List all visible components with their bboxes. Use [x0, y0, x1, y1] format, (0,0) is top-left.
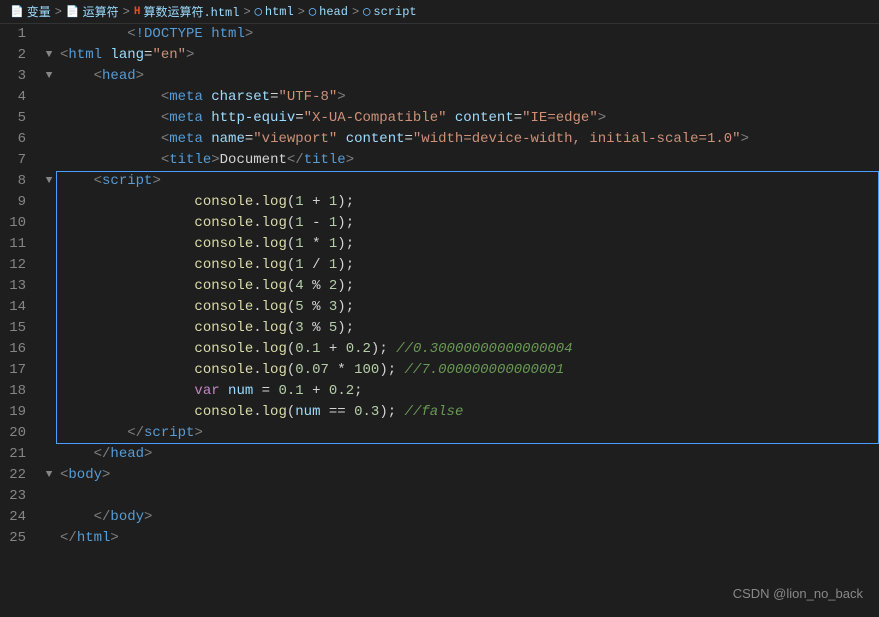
line-number: 22 [0, 465, 42, 486]
breadcrumb-item-html-tag[interactable]: ◯ html [255, 4, 294, 19]
line-number: 15 [0, 318, 42, 339]
code-line: 18 var num = 0.1 + 0.2; [0, 381, 879, 402]
code-line: 24 </body> [0, 507, 879, 528]
collapse-arrow-down[interactable]: ▼ [42, 66, 56, 87]
line-content: console.log(1 / 1); [56, 255, 879, 276]
line-content: console.log(1 + 1); [56, 192, 879, 213]
line-content: console.log(0.07 * 100); //7.00000000000… [56, 360, 879, 381]
breadcrumb: 📄 变量 > 📄 运算符 > H 算数运算符.html > ◯ html > ◯… [0, 0, 879, 24]
line-number: 20 [0, 423, 42, 444]
breadcrumb-sep-5: > [352, 5, 359, 19]
code-line: 4 <meta charset="UTF-8"> [0, 87, 879, 108]
line-content: </body> [56, 507, 879, 528]
line-content: </head> [56, 444, 879, 465]
line-content: console.log(3 % 5); [56, 318, 879, 339]
variable-icon-2: 📄 [66, 5, 80, 19]
code-line: 25 </html> [0, 528, 879, 549]
breadcrumb-item-script-tag[interactable]: ◯ script [363, 4, 416, 19]
code-line: 16 console.log(0.1 + 0.2); //0.300000000… [0, 339, 879, 360]
line-content: console.log(1 * 1); [56, 234, 879, 255]
line-content: </html> [56, 528, 879, 549]
line-content: console.log(4 % 2); [56, 276, 879, 297]
line-number: 6 [0, 129, 42, 150]
line-content: console.log(5 % 3); [56, 297, 879, 318]
line-content: var num = 0.1 + 0.2; [56, 381, 879, 402]
line-content: <title>Document</title> [56, 150, 879, 171]
breadcrumb-sep-1: > [55, 5, 62, 19]
code-line: 20 </script> [0, 423, 879, 444]
line-content: <head> [56, 66, 879, 87]
line-content: console.log(1 - 1); [56, 213, 879, 234]
code-line: 3▼ <head> [0, 66, 879, 87]
code-line: 9 console.log(1 + 1); [0, 192, 879, 213]
line-number: 14 [0, 297, 42, 318]
code-line: 22▼<body> [0, 465, 879, 486]
code-line: 15 console.log(3 % 5); [0, 318, 879, 339]
code-line: 6 <meta name="viewport" content="width=d… [0, 129, 879, 150]
collapse-arrow-down[interactable]: ▼ [42, 45, 56, 66]
variable-icon: 📄 [10, 5, 24, 19]
line-number: 16 [0, 339, 42, 360]
collapse-arrow-down[interactable]: ▼ [42, 171, 56, 192]
code-line: 1 <!DOCTYPE html> [0, 24, 879, 45]
line-content: <meta http-equiv="X-UA-Compatible" conte… [56, 108, 879, 129]
code-line: 21 </head> [0, 444, 879, 465]
line-content: <body> [56, 465, 879, 486]
line-content: <html lang="en"> [56, 45, 879, 66]
line-content: </script> [56, 423, 879, 444]
html-icon: H [134, 6, 141, 18]
line-content: <script> [56, 171, 879, 192]
code-line: 8▼ <script> [0, 171, 879, 192]
circle-icon-1: ◯ [255, 4, 262, 19]
code-line: 2▼<html lang="en"> [0, 45, 879, 66]
code-line: 17 console.log(0.07 * 100); //7.00000000… [0, 360, 879, 381]
line-number: 5 [0, 108, 42, 129]
breadcrumb-sep-2: > [123, 5, 130, 19]
line-number: 7 [0, 150, 42, 171]
line-number: 8 [0, 171, 42, 192]
line-content [56, 486, 879, 507]
breadcrumb-sep-3: > [243, 5, 250, 19]
line-number: 2 [0, 45, 42, 66]
line-content: <!DOCTYPE html> [56, 24, 879, 45]
breadcrumb-item-head-tag[interactable]: ◯ head [309, 4, 348, 19]
line-number: 10 [0, 213, 42, 234]
code-line: 7 <title>Document</title> [0, 150, 879, 171]
line-number: 12 [0, 255, 42, 276]
circle-icon-2: ◯ [309, 4, 316, 19]
line-number: 24 [0, 507, 42, 528]
breadcrumb-item-variable[interactable]: 📄 变量 [10, 3, 51, 20]
line-number: 13 [0, 276, 42, 297]
line-content: <meta name="viewport" content="width=dev… [56, 129, 879, 150]
line-number: 17 [0, 360, 42, 381]
line-number: 11 [0, 234, 42, 255]
watermark: CSDN @lion_no_back [733, 586, 863, 601]
code-line: 19 console.log(num == 0.3); //false [0, 402, 879, 423]
line-number: 1 [0, 24, 42, 45]
code-line: 10 console.log(1 - 1); [0, 213, 879, 234]
code-line: 23 [0, 486, 879, 507]
line-number: 25 [0, 528, 42, 549]
code-line: 12 console.log(1 / 1); [0, 255, 879, 276]
code-line: 5 <meta http-equiv="X-UA-Compatible" con… [0, 108, 879, 129]
collapse-arrow-down[interactable]: ▼ [42, 465, 56, 486]
line-content: console.log(0.1 + 0.2); //0.300000000000… [56, 339, 879, 360]
line-number: 18 [0, 381, 42, 402]
line-number: 23 [0, 486, 42, 507]
line-number: 3 [0, 66, 42, 87]
line-number: 19 [0, 402, 42, 423]
line-content: console.log(num == 0.3); //false [56, 402, 879, 423]
breadcrumb-item-operator[interactable]: 📄 运算符 [66, 3, 119, 20]
code-line: 14 console.log(5 % 3); [0, 297, 879, 318]
line-content: <meta charset="UTF-8"> [56, 87, 879, 108]
circle-icon-3: ◯ [363, 4, 370, 19]
code-line: 11 console.log(1 * 1); [0, 234, 879, 255]
line-number: 9 [0, 192, 42, 213]
line-number: 4 [0, 87, 42, 108]
breadcrumb-sep-4: > [298, 5, 305, 19]
code-line: 13 console.log(4 % 2); [0, 276, 879, 297]
editor-area: 1 <!DOCTYPE html>2▼<html lang="en">3▼ <h… [0, 24, 879, 617]
line-number: 21 [0, 444, 42, 465]
breadcrumb-item-html-file[interactable]: H 算数运算符.html [134, 3, 240, 20]
